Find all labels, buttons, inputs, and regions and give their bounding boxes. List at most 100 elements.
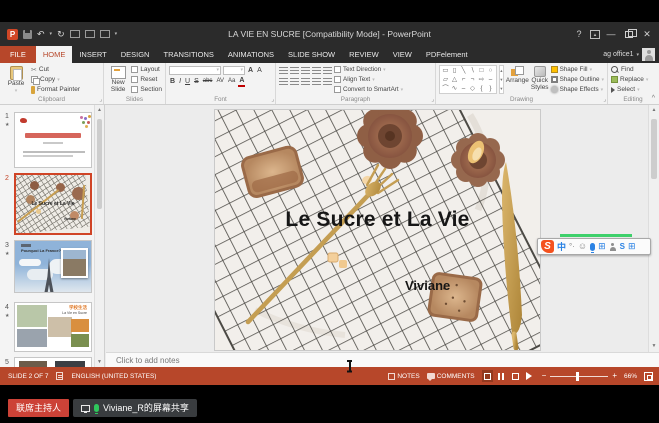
current-slide[interactable]: Le Sucre et La Vie Viviane: [215, 110, 540, 350]
shape-outline-button[interactable]: Shape Outline ▾: [551, 75, 604, 84]
shape-icon[interactable]: □: [477, 66, 486, 75]
skin-icon[interactable]: S: [620, 242, 625, 251]
chinese-mode-toggle[interactable]: 中: [557, 240, 566, 253]
save-icon[interactable]: [23, 30, 32, 39]
slide-thumbnail-2-selected[interactable]: Le Sucre et La Vie Viviane: [14, 173, 92, 235]
format-painter-button[interactable]: Format Painter: [31, 85, 80, 94]
account-person-icon[interactable]: [609, 243, 617, 251]
spell-check-icon[interactable]: [56, 372, 63, 380]
columns-icon[interactable]: [323, 78, 332, 85]
font-name-combo[interactable]: ▾: [169, 66, 221, 75]
toolbox-icon[interactable]: ⊞: [628, 242, 636, 251]
account-avatar[interactable]: [642, 48, 655, 61]
scroll-down-icon[interactable]: ▼: [95, 357, 104, 367]
slide-counter[interactable]: SLIDE 2 OF 7: [8, 373, 48, 380]
grow-font-button[interactable]: A: [247, 66, 254, 75]
shape-icon[interactable]: {: [477, 84, 486, 93]
shape-icon[interactable]: ⌣: [486, 75, 495, 84]
sogou-logo-icon[interactable]: S: [541, 240, 554, 253]
select-button[interactable]: Select ▾: [611, 85, 648, 94]
fit-slide-to-window-icon[interactable]: [644, 372, 653, 381]
close-button[interactable]: ✕: [639, 26, 655, 42]
bullets-icon[interactable]: [279, 67, 288, 74]
tab-view[interactable]: VIEW: [386, 46, 419, 63]
zoom-percentage[interactable]: 66%: [624, 373, 637, 380]
account-caret-icon[interactable]: ▾: [636, 52, 639, 58]
italic-button[interactable]: I: [178, 77, 182, 86]
account-area[interactable]: ag office1 ▾: [603, 46, 655, 63]
align-center-icon[interactable]: [290, 78, 299, 85]
line-spacing-icon[interactable]: [323, 67, 332, 74]
notes-pane[interactable]: Click to add notes: [106, 352, 659, 367]
slide-thumbnail-5[interactable]: [14, 357, 92, 367]
tab-home[interactable]: HOME: [36, 46, 73, 63]
change-case-button[interactable]: Aa: [227, 77, 236, 86]
shape-effects-button[interactable]: Shape Effects ▾: [551, 85, 604, 94]
shape-icon[interactable]: }: [486, 84, 495, 93]
slide-title-text[interactable]: Le Sucre et La Vie: [215, 208, 540, 232]
print-preview-icon[interactable]: [100, 30, 110, 38]
shape-icon[interactable]: ▭: [441, 66, 450, 75]
zoom-slider[interactable]: [550, 376, 608, 377]
shape-icon[interactable]: ⇨: [477, 75, 486, 84]
main-scrollbar-thumb[interactable]: [651, 119, 657, 179]
new-slide-button[interactable]: New Slide: [107, 65, 129, 94]
tab-slideshow[interactable]: SLIDE SHOW: [281, 46, 342, 63]
thumbnail-scrollbar-thumb[interactable]: [97, 119, 102, 209]
notes-toggle[interactable]: NOTES: [388, 373, 419, 380]
tab-insert[interactable]: INSERT: [72, 46, 113, 63]
shape-icon[interactable]: ○: [486, 66, 495, 75]
underline-button[interactable]: U: [184, 77, 191, 86]
tab-transitions[interactable]: TRANSITIONS: [156, 46, 220, 63]
clipboard-dialog-launcher-icon[interactable]: ⌟: [99, 96, 102, 103]
shape-icon[interactable]: △: [450, 75, 459, 84]
shapes-scroll-up-icon[interactable]: ▴: [500, 66, 503, 75]
strikethrough-button[interactable]: S: [193, 77, 200, 86]
slide-sorter-view-button[interactable]: [496, 370, 507, 382]
ribbon-display-options-icon[interactable]: ▴: [590, 30, 600, 39]
numbering-icon[interactable]: [290, 67, 299, 74]
shapes-more-icon[interactable]: ▾: [500, 84, 503, 93]
copy-button[interactable]: Copy ▾: [31, 75, 80, 84]
shapes-scroll[interactable]: ▴ ▾ ▾: [499, 65, 504, 94]
shape-icon[interactable]: ▱: [441, 75, 450, 84]
normal-view-button[interactable]: [482, 370, 493, 382]
tab-animations[interactable]: ANIMATIONS: [221, 46, 281, 63]
shape-icon[interactable]: ▯: [450, 66, 459, 75]
reset-button[interactable]: Reset: [131, 75, 162, 84]
emoji-icon[interactable]: ☺: [578, 242, 587, 251]
restore-button[interactable]: [625, 31, 633, 38]
undo-icon[interactable]: ↶: [37, 29, 45, 39]
shapes-scroll-down-icon[interactable]: ▾: [500, 75, 503, 84]
shapes-gallery[interactable]: ▭ ▯ ╲ ∖ □ ○ ▱ △ ⌐ ¬ ⇨ ⌣ ⌒ ∿ ⌢ ◇ { }: [439, 65, 497, 94]
tab-file[interactable]: FILE: [0, 46, 36, 63]
reading-view-button[interactable]: [510, 370, 521, 382]
share-status-pill[interactable]: Viviane_R的屏幕共享: [73, 399, 197, 417]
collapse-ribbon-icon[interactable]: ^: [652, 95, 655, 102]
decrease-indent-icon[interactable]: [301, 67, 310, 74]
justify-icon[interactable]: [312, 78, 321, 85]
comments-toggle[interactable]: COMMENTS: [427, 373, 475, 380]
shape-icon[interactable]: ◇: [468, 84, 477, 93]
zoom-slider-thumb[interactable]: [576, 372, 579, 381]
font-dialog-launcher-icon[interactable]: ⌟: [271, 96, 274, 103]
slide-author-text[interactable]: Viviane: [405, 278, 450, 293]
shape-icon[interactable]: ¬: [468, 75, 477, 84]
main-vertical-scrollbar[interactable]: ▲ ▼: [648, 105, 659, 352]
font-size-combo[interactable]: ▾: [223, 66, 245, 75]
slide-canvas[interactable]: Le Sucre et La Vie Viviane ▲ ▼: [106, 105, 659, 352]
scroll-up-icon[interactable]: ▲: [649, 105, 659, 116]
start-from-beginning-icon[interactable]: [70, 30, 80, 38]
arrange-button[interactable]: Arrange: [506, 65, 529, 94]
help-button[interactable]: ?: [571, 26, 587, 42]
shape-icon[interactable]: ⌢: [459, 84, 468, 93]
slide-thumbnail-3[interactable]: Pourquoi La France?: [14, 240, 92, 293]
strikethrough-abc-icon[interactable]: abc: [202, 77, 214, 86]
replace-button[interactable]: Replace ▾: [611, 75, 648, 84]
zoom-in-button[interactable]: +: [612, 372, 617, 380]
redo-icon[interactable]: ↻: [57, 29, 65, 39]
scroll-down-icon[interactable]: ▼: [649, 341, 659, 352]
section-button[interactable]: Section: [131, 85, 162, 94]
shrink-font-button[interactable]: A: [256, 66, 263, 75]
cut-button[interactable]: ✂ Cut: [31, 65, 80, 74]
